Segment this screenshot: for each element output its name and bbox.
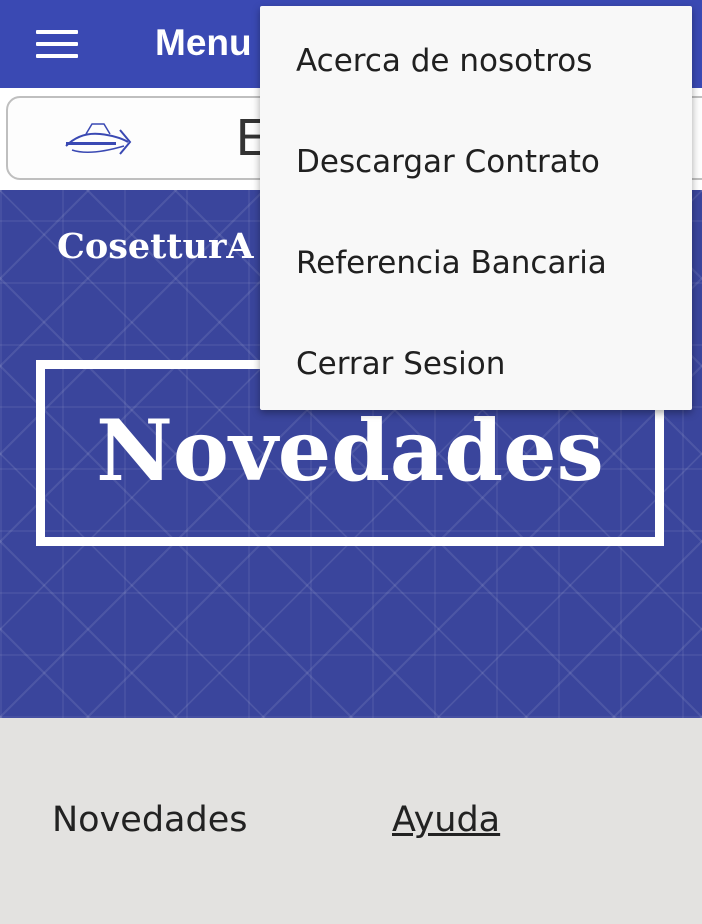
dropdown-menu: Acerca de nosotros Descargar Contrato Re… bbox=[260, 6, 692, 410]
hamburger-menu-icon[interactable] bbox=[36, 30, 78, 62]
brand-text: CosetturA bbox=[57, 226, 254, 267]
menu-item-descargar-contrato[interactable]: Descargar Contrato bbox=[296, 144, 600, 180]
banner-title: Novedades bbox=[96, 401, 604, 500]
menu-item-referencia-bancaria[interactable]: Referencia Bancaria bbox=[296, 245, 607, 281]
footer-nav: Novedades Ayuda bbox=[0, 718, 702, 924]
app-bar-title: Menu bbox=[155, 22, 252, 63]
footer-link-ayuda[interactable]: Ayuda bbox=[392, 800, 500, 840]
menu-item-cerrar-sesion[interactable]: Cerrar Sesion bbox=[296, 346, 505, 382]
footer-link-novedades[interactable]: Novedades bbox=[52, 800, 248, 840]
menu-item-acerca[interactable]: Acerca de nosotros bbox=[296, 43, 592, 79]
cosettur-logo bbox=[65, 123, 132, 155]
